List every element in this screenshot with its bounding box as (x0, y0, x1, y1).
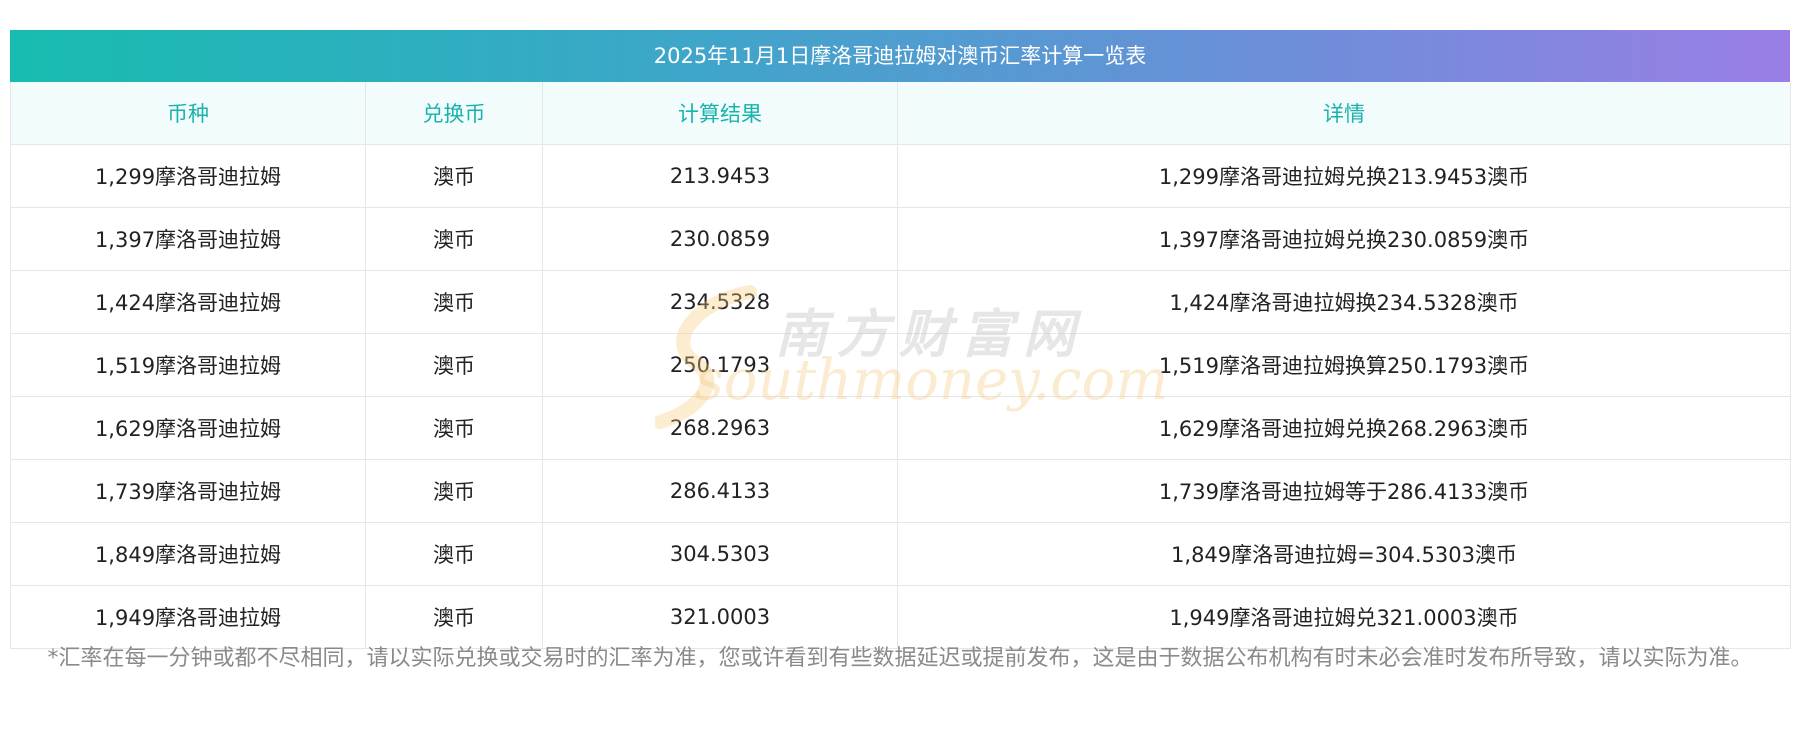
cell-details: 1,739摩洛哥迪拉姆等于286.4133澳币 (897, 459, 1791, 523)
table-row: 1,519摩洛哥迪拉姆 澳币 250.1793 1,519摩洛哥迪拉姆换算250… (10, 333, 1791, 397)
disclaimer-footnote: *汇率在每一分钟或都不尽相同，请以实际兑换或交易时的汇率为准，您或许看到有些数据… (47, 646, 1753, 671)
table-row: 1,397摩洛哥迪拉姆 澳币 230.0859 1,397摩洛哥迪拉姆兑换230… (10, 207, 1791, 271)
cell-target-currency: 澳币 (365, 333, 543, 397)
cell-details: 1,424摩洛哥迪拉姆换234.5328澳币 (897, 270, 1791, 334)
table-row: 1,629摩洛哥迪拉姆 澳币 268.2963 1,629摩洛哥迪拉姆兑换268… (10, 396, 1791, 460)
cell-result: 304.5303 (542, 522, 898, 586)
cell-amount: 1,299摩洛哥迪拉姆 (10, 144, 366, 208)
cell-result: 234.5328 (542, 270, 898, 334)
table-title: 2025年11月1日摩洛哥迪拉姆对澳币汇率计算一览表 (10, 30, 1790, 82)
table-row: 1,299摩洛哥迪拉姆 澳币 213.9453 1,299摩洛哥迪拉姆兑换213… (10, 144, 1791, 208)
header-details: 详情 (897, 82, 1791, 145)
cell-result: 250.1793 (542, 333, 898, 397)
cell-target-currency: 澳币 (365, 207, 543, 271)
cell-details: 1,299摩洛哥迪拉姆兑换213.9453澳币 (897, 144, 1791, 208)
cell-result: 230.0859 (542, 207, 898, 271)
cell-amount: 1,424摩洛哥迪拉姆 (10, 270, 366, 334)
cell-details: 1,519摩洛哥迪拉姆换算250.1793澳币 (897, 333, 1791, 397)
cell-target-currency: 澳币 (365, 522, 543, 586)
cell-result: 268.2963 (542, 396, 898, 460)
cell-amount: 1,739摩洛哥迪拉姆 (10, 459, 366, 523)
cell-amount: 1,849摩洛哥迪拉姆 (10, 522, 366, 586)
cell-result: 286.4133 (542, 459, 898, 523)
cell-details: 1,629摩洛哥迪拉姆兑换268.2963澳币 (897, 396, 1791, 460)
cell-amount: 1,397摩洛哥迪拉姆 (10, 207, 366, 271)
table-row: 1,424摩洛哥迪拉姆 澳币 234.5328 1,424摩洛哥迪拉姆换234.… (10, 270, 1791, 334)
rate-table-container: 2025年11月1日摩洛哥迪拉姆对澳币汇率计算一览表 币种 兑换币 计算结果 详… (10, 30, 1791, 649)
cell-target-currency: 澳币 (365, 396, 543, 460)
table-row: 1,739摩洛哥迪拉姆 澳币 286.4133 1,739摩洛哥迪拉姆等于286… (10, 459, 1791, 523)
header-result: 计算结果 (542, 82, 898, 145)
table-header-row: 币种 兑换币 计算结果 详情 (10, 82, 1791, 145)
cell-details: 1,849摩洛哥迪拉姆=304.5303澳币 (897, 522, 1791, 586)
cell-target-currency: 澳币 (365, 459, 543, 523)
cell-result: 213.9453 (542, 144, 898, 208)
table-row: 1,849摩洛哥迪拉姆 澳币 304.5303 1,849摩洛哥迪拉姆=304.… (10, 522, 1791, 586)
cell-amount: 1,519摩洛哥迪拉姆 (10, 333, 366, 397)
rate-table: 币种 兑换币 计算结果 详情 1,299摩洛哥迪拉姆 澳币 213.9453 1… (10, 82, 1791, 649)
header-currency: 币种 (10, 82, 366, 145)
header-target-currency: 兑换币 (365, 82, 543, 145)
cell-target-currency: 澳币 (365, 144, 543, 208)
cell-target-currency: 澳币 (365, 270, 543, 334)
cell-amount: 1,629摩洛哥迪拉姆 (10, 396, 366, 460)
cell-details: 1,397摩洛哥迪拉姆兑换230.0859澳币 (897, 207, 1791, 271)
